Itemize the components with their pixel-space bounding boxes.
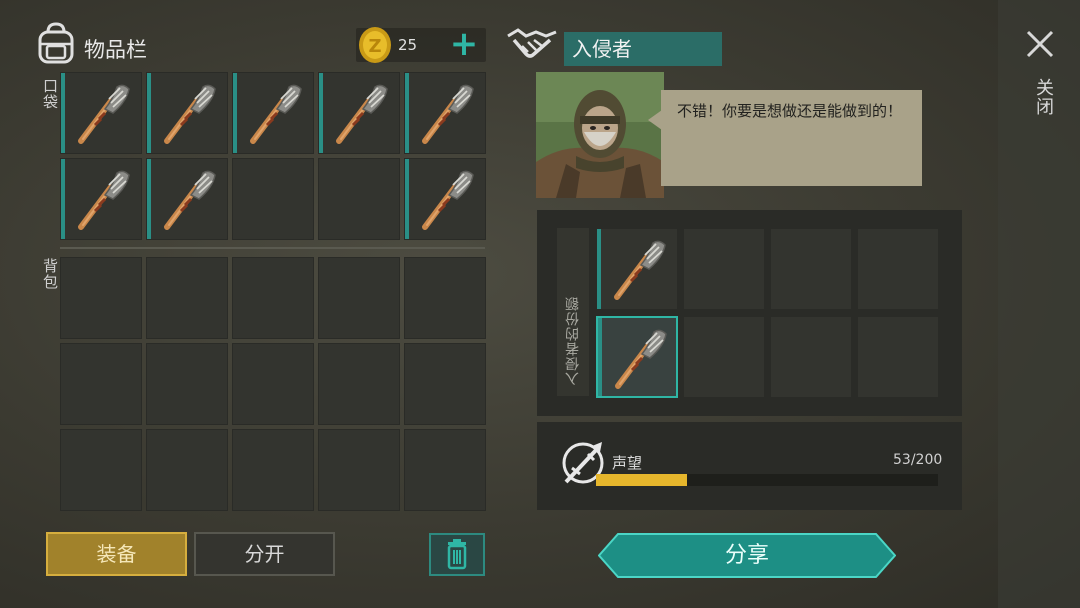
- equip-button[interactable]: 装备: [46, 532, 187, 576]
- split-button[interactable]: 分开: [194, 532, 335, 576]
- coin-icon: Z: [359, 27, 391, 63]
- trader-dialog: 不错！你要是想做还是能做到的！: [661, 90, 922, 186]
- pocket-slot[interactable]: [404, 158, 486, 240]
- pocket-slot[interactable]: [146, 158, 228, 240]
- trader-share-slot[interactable]: [596, 228, 678, 310]
- handshake-icon: [507, 28, 557, 58]
- trader-share-label: 入侵者的份额: [565, 296, 581, 386]
- close-icon[interactable]: [1022, 26, 1058, 62]
- trader-share-slot[interactable]: [857, 316, 939, 398]
- bat-icon: [250, 84, 302, 144]
- reputation-bar: [596, 474, 938, 486]
- share-button[interactable]: 分享: [598, 533, 896, 578]
- pocket-slot[interactable]: [60, 72, 142, 154]
- pocket-slot[interactable]: [318, 158, 400, 240]
- backpack-label: 背包: [41, 258, 59, 290]
- pocket-slot[interactable]: [232, 158, 314, 240]
- bat-icon: [78, 84, 130, 144]
- bat-icon: [164, 170, 216, 230]
- trader-share-slot[interactable]: [683, 316, 765, 398]
- backpack-slot[interactable]: [60, 343, 142, 425]
- add-coins-button[interactable]: +: [448, 26, 480, 62]
- trader-share-slot[interactable]: [770, 228, 852, 310]
- inventory-title: 物品栏: [84, 38, 147, 62]
- section-divider: [60, 247, 485, 249]
- trader-share-slot[interactable]: [857, 228, 939, 310]
- bat-icon: [422, 170, 474, 230]
- reputation-label: 声望: [612, 454, 643, 472]
- pocket-slot[interactable]: [232, 72, 314, 154]
- bat-icon: [164, 84, 216, 144]
- trader-name: 入侵者: [564, 32, 722, 66]
- backpack-slot[interactable]: [318, 343, 400, 425]
- trader-share-slot[interactable]: [596, 316, 678, 398]
- pocket-slot[interactable]: [60, 158, 142, 240]
- pocket-slot[interactable]: [318, 72, 400, 154]
- bat-icon: [78, 170, 130, 230]
- inventory-header: 物品栏 Z 25 +: [36, 22, 486, 70]
- trash-button[interactable]: [429, 533, 485, 576]
- backpack-slot[interactable]: [146, 257, 228, 339]
- trash-icon: [447, 539, 467, 570]
- pocket-slot[interactable]: [146, 72, 228, 154]
- backpack-slot[interactable]: [232, 429, 314, 511]
- bat-icon: [614, 240, 666, 300]
- trader-share-slot[interactable]: [770, 316, 852, 398]
- bat-icon: [422, 84, 474, 144]
- backpack-slot[interactable]: [318, 429, 400, 511]
- backpack-slot[interactable]: [404, 257, 486, 339]
- close-label[interactable]: 关闭: [1030, 78, 1056, 116]
- backpack-slot[interactable]: [404, 343, 486, 425]
- backpack-slot[interactable]: [146, 429, 228, 511]
- backpack-slot[interactable]: [60, 429, 142, 511]
- pocket-label: 口袋: [41, 78, 59, 110]
- reputation-bar-fill: [596, 474, 687, 486]
- speech-tail: [648, 110, 662, 130]
- pocket-slot[interactable]: [404, 72, 486, 154]
- backpack-slot[interactable]: [146, 343, 228, 425]
- backpack-slot[interactable]: [318, 257, 400, 339]
- backpack-slot[interactable]: [404, 429, 486, 511]
- trader-share-slot[interactable]: [683, 228, 765, 310]
- reputation-value: 53/200: [893, 452, 943, 468]
- svg-text:Z: Z: [368, 36, 381, 57]
- backpack-slot[interactable]: [232, 257, 314, 339]
- backpack-icon: [38, 22, 74, 64]
- bat-icon: [615, 329, 667, 389]
- coin-counter: Z 25 +: [356, 26, 486, 63]
- trader-portrait: [536, 72, 664, 198]
- bat-icon: [336, 84, 388, 144]
- backpack-slot[interactable]: [60, 257, 142, 339]
- backpack-slot[interactable]: [232, 343, 314, 425]
- coin-amount: 25: [398, 36, 418, 54]
